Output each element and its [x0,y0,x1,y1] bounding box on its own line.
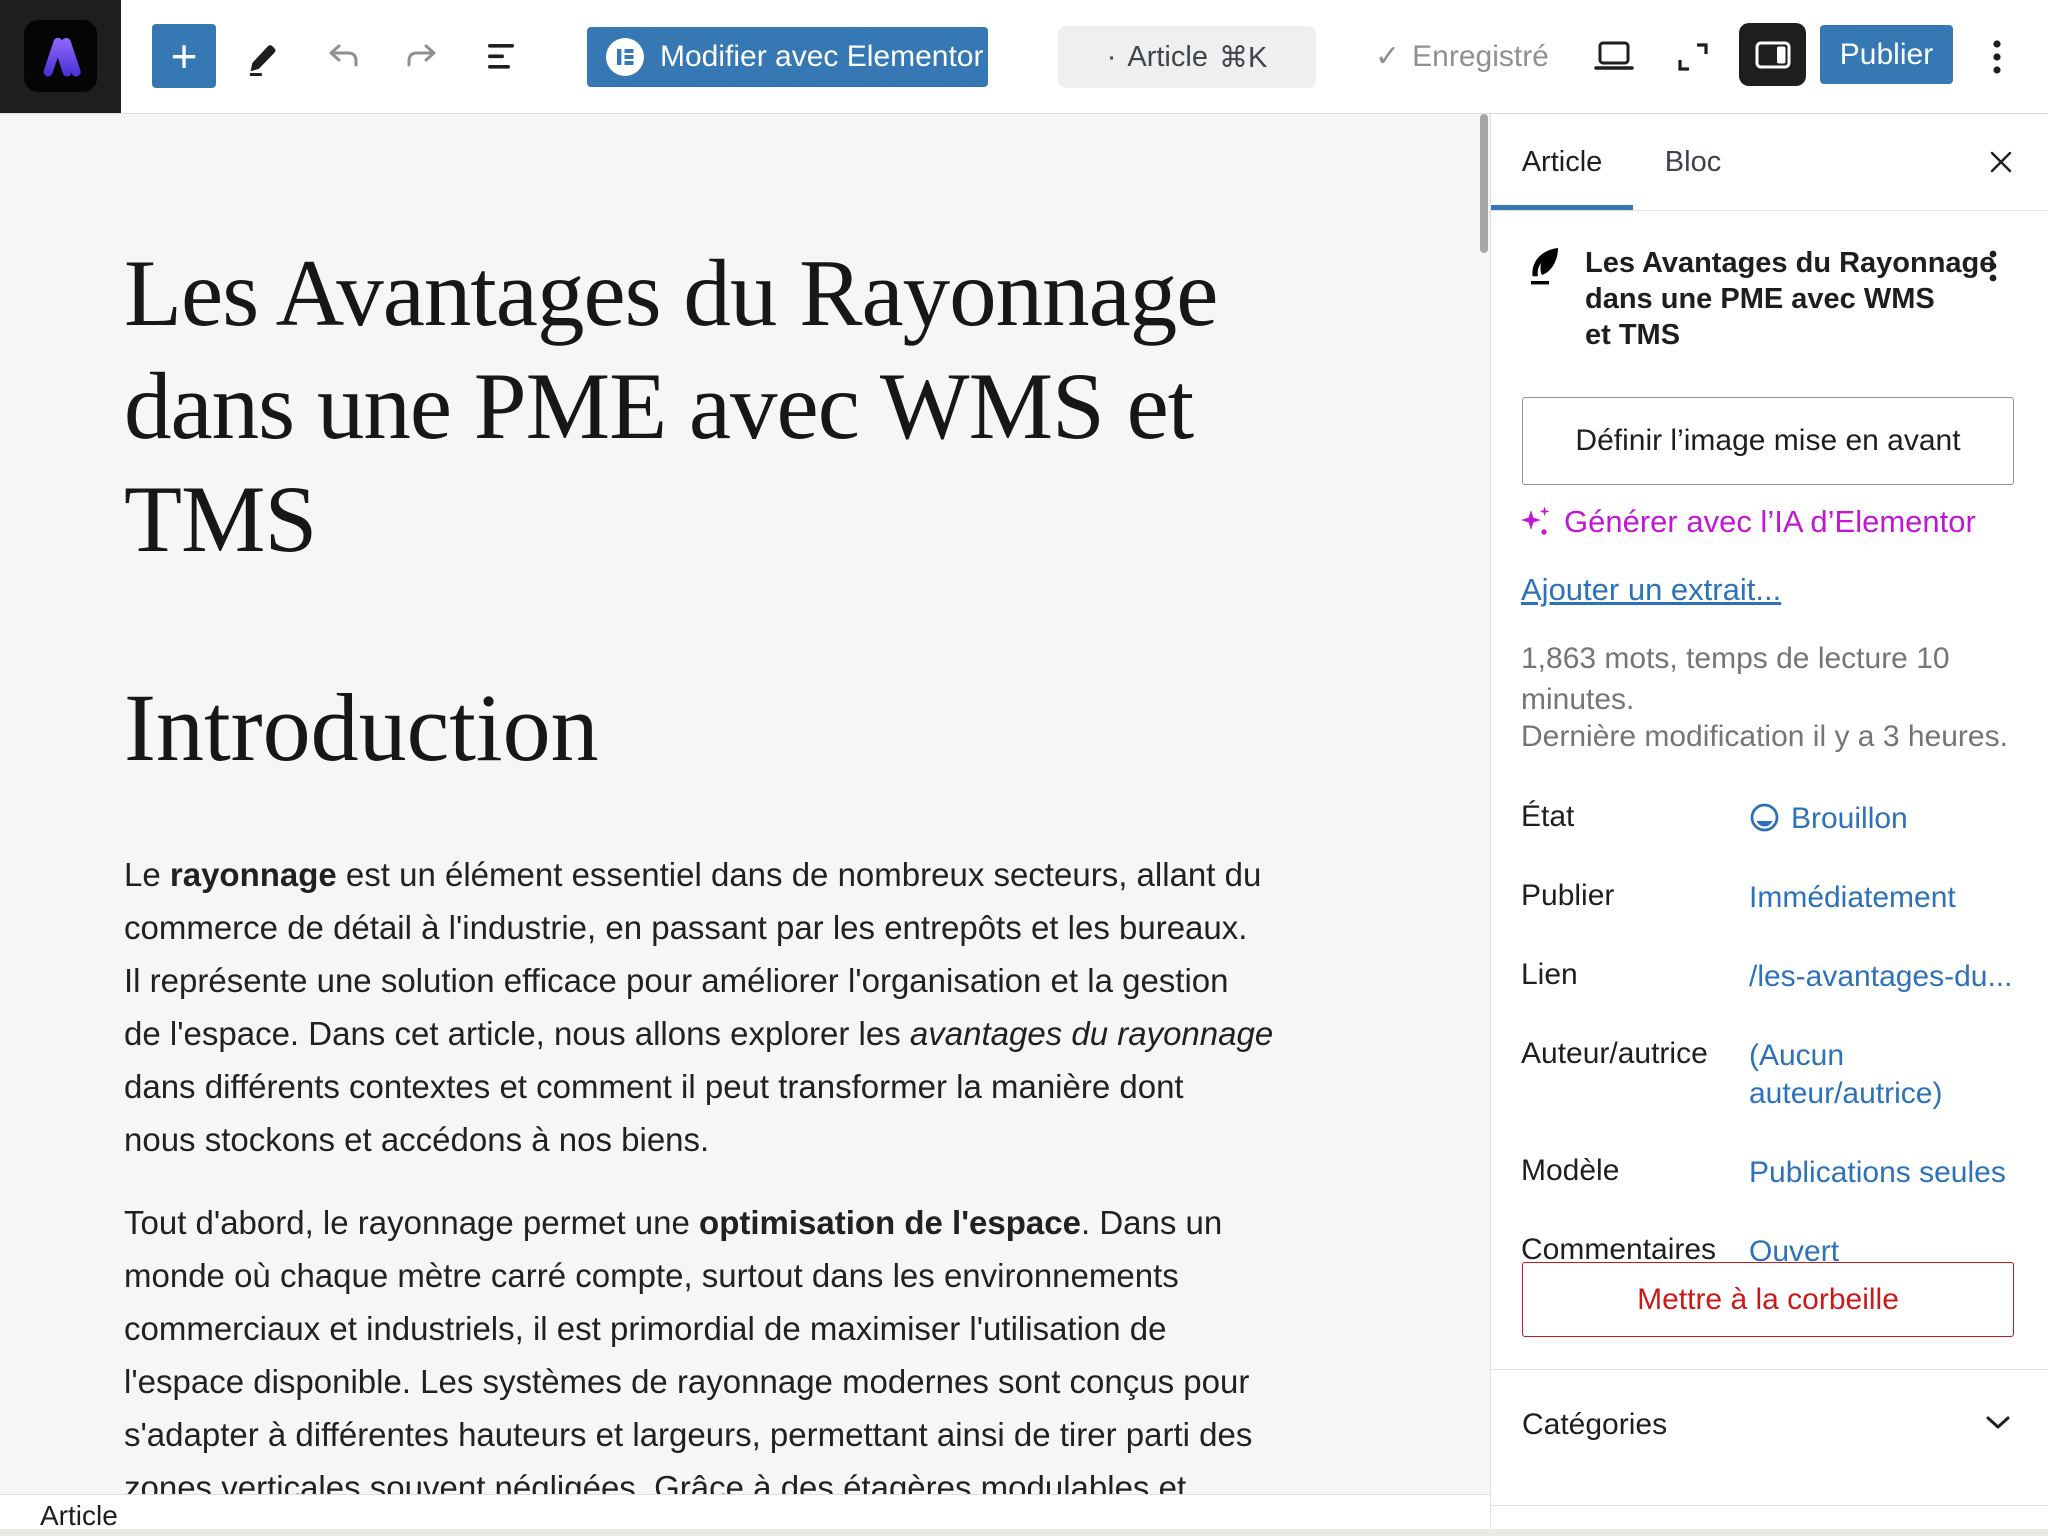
word-count-text: 1,863 mots, temps de lecture 10 minutes. [1521,638,1991,720]
add-excerpt-link[interactable]: Ajouter un extrait... [1521,572,1781,608]
redo-icon[interactable] [406,42,442,80]
paragraph-1[interactable]: Le rayonnage est un élément essentiel da… [124,848,1273,1166]
site-logo [24,20,97,92]
command-palette-button[interactable]: · Article ⌘K [1058,26,1316,88]
post-meta-rows: État Brouillon Publier [1521,800,2017,1312]
undo-icon[interactable] [327,42,363,80]
elementor-button-label: Modifier avec Elementor [660,40,983,74]
last-modified-text: Dernière modification il y a 3 heures. [1521,720,2008,754]
content-scrollbar[interactable] [1480,114,1488,253]
saved-status-label: Enregistré [1412,40,1549,74]
sparkles-icon [1520,505,1552,539]
meta-row-label: Modèle [1521,1154,1749,1192]
meta-row-value[interactable]: (Aucun auteur/autrice) [1749,1037,2017,1113]
top-toolbar: + [0,0,2048,114]
sidebar-panel-icon [1755,41,1791,69]
site-logo-mark [32,28,90,84]
edit-tool-icon[interactable] [245,38,281,76]
editor-canvas: Les Avantages du Rayonnagedans une PME a… [0,114,1490,1494]
tab-article[interactable]: Article [1491,114,1633,210]
panel-divider [1491,1369,2048,1370]
meta-row: Auteur/autrice (Aucun auteur/autrice) [1521,1037,2017,1113]
meta-row: Modèle Publications seules [1521,1154,2017,1192]
breadcrumb[interactable]: Article [40,1500,118,1532]
publish-button[interactable]: Publier [1820,25,1953,84]
post-card-title[interactable]: Les Avantages du Rayonnagedans une PME a… [1585,245,1995,353]
command-palette-label: Article [1127,41,1208,74]
chevron-down-icon[interactable] [1985,1414,2011,1432]
site-logo-block[interactable] [0,0,121,113]
command-palette-shortcut: ⌘K [1219,40,1267,75]
edit-with-elementor-button[interactable]: Modifier avec Elementor [587,27,988,87]
post-card-menu-icon[interactable] [1988,248,1998,288]
elementor-ai-link-label: Générer avec l’IA d’Elementor [1564,504,1976,540]
sidebar-tabs: Article Bloc [1491,114,2048,211]
meta-row-label: État [1521,800,1749,838]
elementor-logo-icon [605,37,645,77]
meta-row-value[interactable]: Brouillon [1749,800,2017,838]
draft-status-icon [1749,802,1780,833]
settings-sidebar: Article Bloc Les Avantages du Rayonnaged… [1490,114,2048,1536]
saved-status[interactable]: ✓ Enregistré [1375,39,1549,74]
categories-panel-toggle[interactable]: Catégories [1522,1408,1667,1442]
meta-row-value[interactable]: /les-avantages-du... [1749,958,2017,996]
list-view-icon[interactable] [486,42,522,80]
preview-icon[interactable] [1594,40,1630,78]
check-icon: ✓ [1375,39,1400,74]
section-heading[interactable]: Introduction [124,672,599,783]
unsaved-dot: · [1107,41,1117,74]
meta-row-value[interactable]: Publications seules [1749,1154,2017,1192]
set-featured-image-button[interactable]: Définir l’image mise en avant [1522,397,2014,485]
settings-sidebar-toggle[interactable] [1739,23,1806,86]
meta-row-value[interactable]: Immédiatement [1749,879,2017,917]
meta-row: Lien /les-avantages-du... [1521,958,2017,996]
options-menu-icon[interactable] [1992,38,2028,76]
meta-row-label: Publier [1521,879,1749,917]
post-quill-icon [1527,246,1561,286]
meta-row-label: Auteur/autrice [1521,1037,1749,1113]
elementor-ai-link[interactable]: Générer avec l’IA d’Elementor [1520,504,1976,540]
close-icon[interactable] [1989,150,2013,174]
panel-divider-2 [1491,1505,2048,1506]
window-bottom-edge [0,1529,2048,1536]
move-to-trash-button[interactable]: Mettre à la corbeille [1522,1262,2014,1337]
meta-row: Publier Immédiatement [1521,879,2017,917]
fullscreen-icon[interactable] [1676,41,1712,79]
meta-row: État Brouillon [1521,800,2017,838]
paragraph-2[interactable]: Tout d'abord, le rayonnage permet une op… [124,1196,1252,1514]
post-title[interactable]: Les Avantages du Rayonnagedans une PME a… [124,237,1217,576]
tab-bloc[interactable]: Bloc [1633,114,1753,210]
meta-row-label: Lien [1521,958,1749,996]
add-block-button[interactable]: + [152,24,216,88]
